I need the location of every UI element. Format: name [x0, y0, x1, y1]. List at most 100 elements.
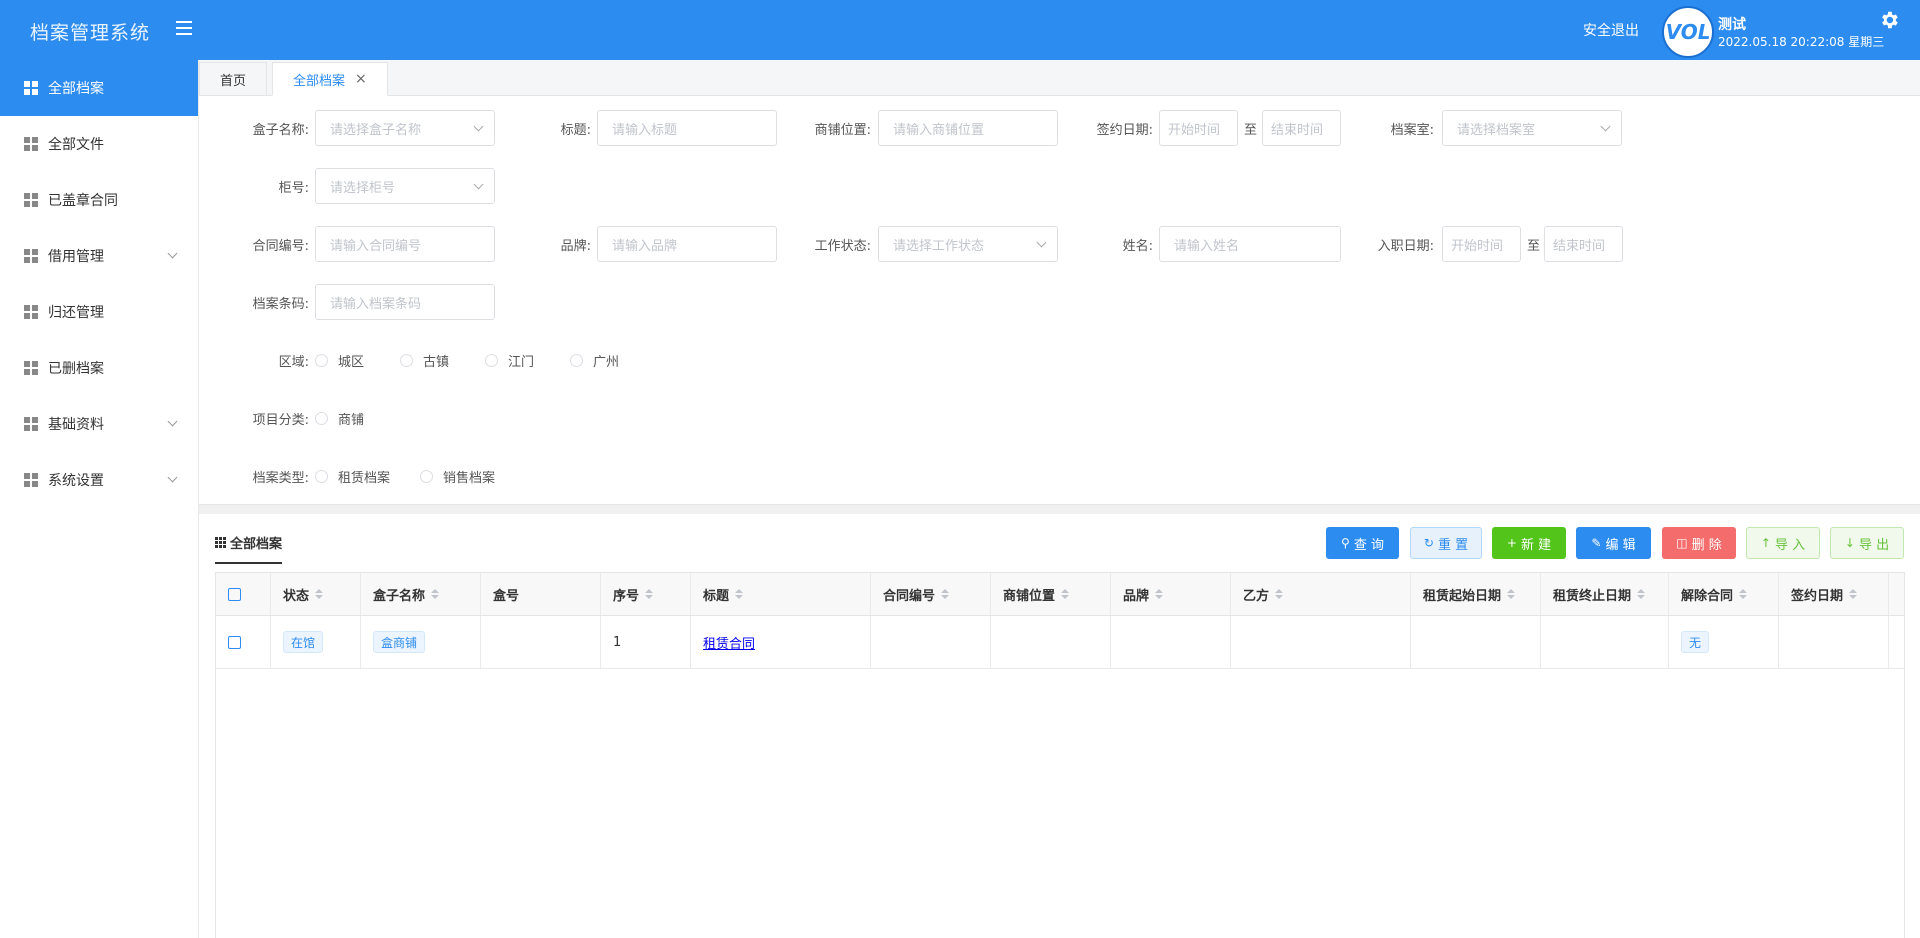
column-header-label: 租赁终止日期 [1553, 588, 1632, 604]
grid-icon [24, 81, 38, 95]
sidebar-item-4[interactable]: 归还管理 [0, 284, 198, 340]
chevron-down-icon [1600, 121, 1611, 132]
sort-icon[interactable] [431, 589, 440, 599]
radio-project-shop[interactable]: 商铺 [315, 409, 364, 428]
column-header-box-no[interactable]: 盒号 [481, 573, 601, 615]
barcode-placeholder: 请输入档案条码 [330, 296, 422, 312]
reset-button[interactable]: ↻ 重 置 [1410, 527, 1482, 559]
column-header-lease-start[interactable]: 租赁起始日期 [1411, 573, 1541, 615]
radio-label: 商铺 [338, 413, 365, 428]
sidebar-item-6[interactable]: 基础资料 [0, 396, 198, 452]
barcode-input[interactable]: 请输入档案条码 [315, 284, 495, 320]
sort-icon[interactable] [1275, 589, 1284, 599]
column-header-contract-no[interactable]: 合同编号 [871, 573, 991, 615]
column-header-status[interactable]: 状态 [271, 573, 361, 615]
column-header-sign-date[interactable]: 签约日期 [1779, 573, 1889, 615]
table-row[interactable]: 在馆 盒商铺 1 租赁合同 无 [216, 616, 1904, 669]
column-header-label: 品牌 [1123, 588, 1150, 604]
column-header-box-name[interactable]: 盒子名称 [361, 573, 481, 615]
logout-link[interactable]: 安全退出 [1583, 20, 1639, 40]
radio-region-urban[interactable]: 城区 [315, 351, 364, 370]
brand-input[interactable]: 请输入品牌 [597, 226, 777, 262]
title-link[interactable]: 租赁合同 [703, 633, 755, 652]
radio-region-jiangmen[interactable]: 江门 [485, 351, 534, 370]
cabinet-no-select[interactable]: 请选择柜号 [315, 168, 495, 204]
select-all-checkbox[interactable] [228, 587, 241, 601]
column-header-brand[interactable]: 品牌 [1111, 573, 1231, 615]
sidebar-item-2[interactable]: 已盖章合同 [0, 172, 198, 228]
menu-toggle-icon[interactable] [176, 21, 192, 37]
grid-title-text: 全部档案 [230, 537, 283, 552]
select-all-cell [216, 573, 271, 615]
column-header-label: 状态 [283, 588, 310, 604]
column-header-party-b[interactable]: 乙方 [1231, 573, 1411, 615]
sort-icon[interactable] [1739, 589, 1748, 599]
edit-button[interactable]: ✎ 编 辑 [1576, 527, 1651, 559]
column-header-shop-location[interactable]: 商铺位置 [991, 573, 1111, 615]
box-name-select[interactable]: 请选择盒子名称 [315, 110, 495, 146]
query-button[interactable]: ⚲ 查 询 [1326, 527, 1399, 559]
hire-date-end[interactable]: 结束时间 [1544, 226, 1623, 262]
sidebar-item-0[interactable]: 全部档案 [0, 60, 198, 116]
title-input[interactable]: 请输入标题 [597, 110, 777, 146]
radio-label: 销售档案 [443, 471, 496, 486]
hire-date-start[interactable]: 开始时间 [1442, 226, 1521, 262]
row-checkbox[interactable] [228, 635, 241, 649]
sort-icon[interactable] [645, 589, 654, 599]
sort-icon[interactable] [1637, 589, 1646, 599]
sidebar-item-1[interactable]: 全部文件 [0, 116, 198, 172]
gear-icon[interactable] [1878, 9, 1900, 31]
sort-icon[interactable] [1849, 589, 1858, 599]
archive-room-select[interactable]: 请选择档案室 [1442, 110, 1622, 146]
cell-status: 在馆 [271, 616, 361, 668]
archive-room-label: 档案室: [1390, 123, 1434, 138]
name-input[interactable]: 请输入姓名 [1159, 226, 1341, 262]
column-header-label: 合同编号 [883, 588, 936, 604]
sort-icon[interactable] [1507, 589, 1516, 599]
tab-all-archives[interactable]: 全部档案 × [272, 62, 388, 96]
cell-box-no [481, 616, 601, 668]
column-header-lease-end[interactable]: 租赁终止日期 [1541, 573, 1669, 615]
column-header-seq[interactable]: 序号 [601, 573, 691, 615]
sidebar-item-5[interactable]: 已删档案 [0, 340, 198, 396]
cell-brand [1111, 616, 1231, 668]
new-button[interactable]: + 新 建 [1492, 527, 1566, 559]
close-icon[interactable]: × [355, 71, 367, 87]
current-datetime: 2022.05.18 20:22:08 星期三 [1718, 35, 1885, 49]
sort-icon[interactable] [735, 589, 744, 599]
cabinet-no-label: 柜号: [278, 181, 309, 196]
radio-region-guangzhou[interactable]: 广州 [570, 351, 619, 370]
shop-location-input[interactable]: 请输入商铺位置 [878, 110, 1058, 146]
user-name: 测试 [1718, 17, 1746, 33]
column-header-title[interactable]: 标题 [691, 573, 871, 615]
column-header-label: 乙方 [1243, 588, 1270, 604]
sign-date-start[interactable]: 开始时间 [1159, 110, 1238, 146]
name-label: 姓名: [1122, 239, 1153, 254]
top-header: 档案管理系统 安全退出 VOL 测试 2022.05.18 20:22:08 星… [0, 0, 1920, 60]
contract-no-input[interactable]: 请输入合同编号 [315, 226, 495, 262]
delete-button[interactable]: ◫ 删 除 [1662, 527, 1736, 559]
sort-icon[interactable] [315, 589, 324, 599]
sidebar-item-7[interactable]: 系统设置 [0, 452, 198, 508]
sort-icon[interactable] [1155, 589, 1164, 599]
radio-circle [400, 354, 414, 367]
sidebar-item-3[interactable]: 借用管理 [0, 228, 198, 284]
radio-archive-lease[interactable]: 租赁档案 [315, 467, 390, 486]
arrow-down-icon: ↓ [1844, 536, 1855, 550]
export-button[interactable]: ↓ 导 出 [1830, 527, 1904, 559]
status-tag: 在馆 [283, 631, 324, 653]
plus-icon: + [1506, 536, 1517, 550]
sort-icon[interactable] [1061, 589, 1070, 599]
radio-region-ancient-town[interactable]: 古镇 [400, 351, 449, 370]
cell-box-name: 盒商铺 [361, 616, 481, 668]
title-placeholder: 请输入标题 [612, 122, 678, 138]
sign-date-end-placeholder: 结束时间 [1271, 122, 1324, 138]
table-header: 状态 盒子名称 盒号 序号 标题 合同编号 商铺位置 品牌 乙方 租赁起始日期 租赁终止日期 解除合同… [216, 573, 1904, 616]
avatar[interactable]: VOL [1662, 6, 1714, 58]
radio-archive-sale[interactable]: 销售档案 [420, 467, 495, 486]
work-status-select[interactable]: 请选择工作状态 [878, 226, 1058, 262]
tab-home[interactable]: 首页 [199, 62, 268, 96]
import-button[interactable]: ↑ 导 入 [1746, 527, 1820, 559]
sort-icon[interactable] [941, 589, 950, 599]
column-header-terminate[interactable]: 解除合同 [1669, 573, 1779, 615]
